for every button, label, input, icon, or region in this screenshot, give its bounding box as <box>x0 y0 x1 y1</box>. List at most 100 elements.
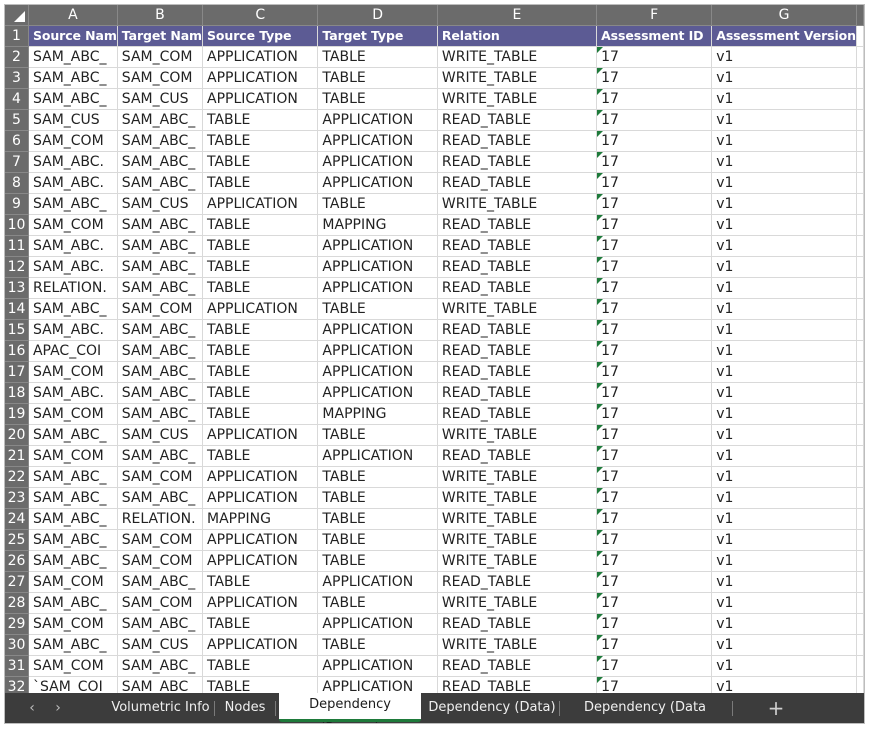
cell-source-name[interactable]: SAM_ABC. <box>28 256 118 278</box>
cell-source-name[interactable]: SAM_ABC_ <box>28 550 118 572</box>
cell-relation[interactable]: WRITE_TABLE <box>437 634 598 656</box>
cell-source-name[interactable]: SAM_ABC. <box>28 151 118 173</box>
cell-target-type[interactable]: APPLICATION <box>317 277 438 299</box>
cell-assessment-version[interactable]: v1 <box>711 67 857 89</box>
cell-relation[interactable]: READ_TABLE <box>437 361 598 383</box>
cell-target-name[interactable]: SAM_ABC_ <box>117 151 204 173</box>
cell-assessment-version[interactable]: v1 <box>711 529 857 551</box>
row-number[interactable]: 30 <box>5 634 29 656</box>
cell-target-type[interactable]: APPLICATION <box>317 130 438 152</box>
cell-source-name[interactable]: SAM_ABC_ <box>28 424 118 446</box>
empty-cell[interactable] <box>856 487 864 509</box>
cell-source-type[interactable]: APPLICATION <box>202 67 319 89</box>
cell-target-type[interactable]: TABLE <box>317 424 438 446</box>
cell-assessment-id[interactable]: 17 <box>596 676 713 693</box>
cell-target-name[interactable]: RELATION. <box>117 508 204 530</box>
cell-assessment-id[interactable]: 17 <box>596 277 713 299</box>
cell-target-name[interactable]: SAM_ABC_ <box>117 130 204 152</box>
cell-source-name[interactable]: RELATION. <box>28 277 118 299</box>
empty-cell[interactable] <box>856 25 864 47</box>
cell-target-type[interactable]: MAPPING <box>317 403 438 425</box>
cell-assessment-id[interactable]: 17 <box>596 130 713 152</box>
row-number[interactable]: 7 <box>5 151 29 173</box>
cell-target-type[interactable]: APPLICATION <box>317 571 438 593</box>
cell-source-type[interactable]: APPLICATION <box>202 298 319 320</box>
cell-source-type[interactable]: TABLE <box>202 571 319 593</box>
cell-relation[interactable]: WRITE_TABLE <box>437 88 598 110</box>
empty-cell[interactable] <box>856 298 864 320</box>
cell-source-type[interactable]: TABLE <box>202 256 319 278</box>
empty-cell[interactable] <box>856 193 864 215</box>
cell-source-type[interactable]: TABLE <box>202 277 319 299</box>
cell-source-type[interactable]: TABLE <box>202 403 319 425</box>
row-number[interactable]: 1 <box>5 25 29 47</box>
cell-target-type[interactable]: TABLE <box>317 529 438 551</box>
column-header-c[interactable]: C <box>202 5 319 26</box>
cell-source-type[interactable]: TABLE <box>202 151 319 173</box>
cell-relation[interactable]: READ_TABLE <box>437 319 598 341</box>
cell-source-name[interactable]: SAM_ABC_ <box>28 529 118 551</box>
row-number[interactable]: 13 <box>5 277 29 299</box>
cell-source-type[interactable]: TABLE <box>202 340 319 362</box>
header-cell-assessment-id[interactable]: Assessment ID <box>596 25 713 47</box>
cell-source-type[interactable]: MAPPING <box>202 508 319 530</box>
cell-source-name[interactable]: SAM_COM <box>28 571 118 593</box>
cell-target-type[interactable]: MAPPING <box>317 214 438 236</box>
cell-target-name[interactable]: SAM_ABC_ <box>117 256 204 278</box>
empty-cell[interactable] <box>856 571 864 593</box>
cell-assessment-version[interactable]: v1 <box>711 277 857 299</box>
cell-target-name[interactable]: SAM_ABC_ <box>117 361 204 383</box>
header-cell-target-type[interactable]: Target Type <box>317 25 438 47</box>
cell-source-name[interactable]: SAM_COM <box>28 361 118 383</box>
cell-assessment-version[interactable]: v1 <box>711 634 857 656</box>
cell-source-name[interactable]: SAM_CUS <box>28 109 118 131</box>
cell-target-name[interactable]: SAM_ABC_ <box>117 676 204 693</box>
column-header-a[interactable]: A <box>28 5 118 26</box>
cell-target-type[interactable]: APPLICATION <box>317 340 438 362</box>
cell-target-name[interactable]: SAM_ABC_ <box>117 571 204 593</box>
header-cell-relation[interactable]: Relation <box>437 25 598 47</box>
cell-assessment-version[interactable]: v1 <box>711 172 857 194</box>
cell-assessment-id[interactable]: 17 <box>596 319 713 341</box>
cell-source-type[interactable]: APPLICATION <box>202 592 319 614</box>
cell-assessment-id[interactable]: 17 <box>596 340 713 362</box>
header-cell-source-name[interactable]: Source Nam <box>28 25 118 47</box>
cell-relation[interactable]: WRITE_TABLE <box>437 424 598 446</box>
cell-source-type[interactable]: TABLE <box>202 130 319 152</box>
row-number[interactable]: 20 <box>5 424 29 446</box>
cell-target-name[interactable]: SAM_CUS <box>117 424 204 446</box>
cell-assessment-id[interactable]: 17 <box>596 403 713 425</box>
cell-target-type[interactable]: APPLICATION <box>317 382 438 404</box>
cell-relation[interactable]: READ_TABLE <box>437 403 598 425</box>
cell-relation[interactable]: WRITE_TABLE <box>437 46 598 68</box>
empty-cell[interactable] <box>856 88 864 110</box>
row-number[interactable]: 32 <box>5 676 29 693</box>
cell-target-name[interactable]: SAM_COM <box>117 529 204 551</box>
empty-cell[interactable] <box>856 592 864 614</box>
tab-dependency-data[interactable]: Dependency (Data) <box>428 693 556 723</box>
row-number[interactable]: 21 <box>5 445 29 467</box>
cell-source-type[interactable]: APPLICATION <box>202 88 319 110</box>
cell-target-name[interactable]: SAM_COM <box>117 592 204 614</box>
cell-assessment-id[interactable]: 17 <box>596 487 713 509</box>
row-number[interactable]: 14 <box>5 298 29 320</box>
cell-target-name[interactable]: SAM_ABC_ <box>117 382 204 404</box>
row-number[interactable]: 6 <box>5 130 29 152</box>
cell-target-type[interactable]: APPLICATION <box>317 613 438 635</box>
cell-source-type[interactable]: APPLICATION <box>202 193 319 215</box>
cell-assessment-id[interactable]: 17 <box>596 613 713 635</box>
cell-target-type[interactable]: TABLE <box>317 508 438 530</box>
cell-assessment-version[interactable]: v1 <box>711 256 857 278</box>
cell-source-name[interactable]: SAM_COM <box>28 130 118 152</box>
cell-source-name[interactable]: SAM_ABC_ <box>28 67 118 89</box>
cell-source-name[interactable]: SAM_ABC_ <box>28 634 118 656</box>
cell-source-type[interactable]: APPLICATION <box>202 466 319 488</box>
empty-cell[interactable] <box>856 445 864 467</box>
cell-assessment-id[interactable]: 17 <box>596 529 713 551</box>
tab-nodes[interactable]: Nodes <box>218 693 272 723</box>
cell-source-name[interactable]: SAM_COM <box>28 445 118 467</box>
cell-target-type[interactable]: APPLICATION <box>317 256 438 278</box>
empty-cell[interactable] <box>856 382 864 404</box>
cell-relation[interactable]: READ_TABLE <box>437 130 598 152</box>
cell-relation[interactable]: READ_TABLE <box>437 340 598 362</box>
